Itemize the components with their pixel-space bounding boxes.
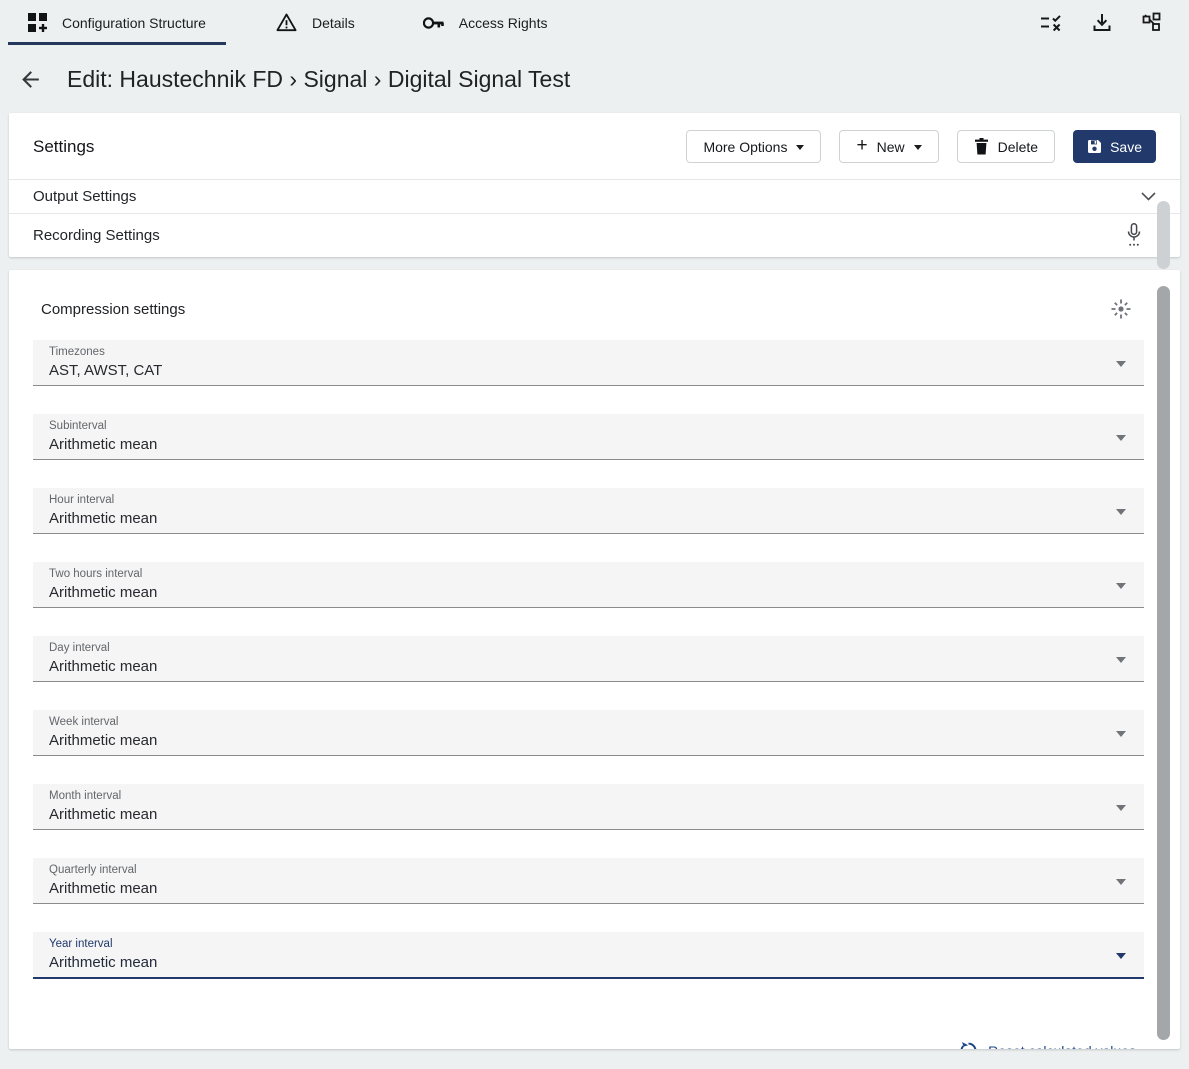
trash-icon	[974, 138, 989, 155]
field-value: Arithmetic mean	[33, 432, 1144, 453]
field-label: Week interval	[33, 710, 1144, 728]
plus-icon: +	[856, 136, 867, 155]
field-label: Timezones	[33, 340, 1144, 358]
rule-icon[interactable]	[1041, 13, 1063, 33]
new-button[interactable]: + New	[839, 130, 938, 163]
save-button[interactable]: Save	[1073, 130, 1156, 163]
tabbar-actions	[1041, 0, 1189, 45]
field-value: Arithmetic mean	[33, 728, 1144, 749]
tab-access-rights[interactable]: Access Rights	[403, 0, 568, 45]
compression-card: Compression settings Timezones AST, AWST…	[9, 270, 1180, 1049]
settings-card-scrollbar-thumb[interactable]	[1157, 201, 1170, 269]
delete-label: Delete	[998, 139, 1038, 155]
select-field-hour-interval[interactable]: Hour interval Arithmetic mean	[33, 488, 1144, 534]
field-label: Hour interval	[33, 488, 1144, 506]
reset-label: Reset calculated values	[988, 1043, 1136, 1050]
select-field-timezones[interactable]: Timezones AST, AWST, CAT	[33, 340, 1144, 386]
tab-label: Configuration Structure	[62, 15, 206, 31]
accordion-row-recording-settings[interactable]: Recording Settings	[9, 213, 1180, 257]
settings-card: Settings More Options + New Del	[9, 113, 1180, 257]
dropdown-arrow-icon[interactable]	[1116, 435, 1126, 441]
settings-toolbar: Settings More Options + New Del	[9, 113, 1180, 179]
field-value: Arithmetic mean	[33, 580, 1144, 601]
save-icon	[1087, 139, 1102, 154]
delete-button[interactable]: Delete	[957, 130, 1055, 163]
caret-down-icon	[914, 145, 922, 150]
tab-label: Details	[312, 15, 355, 31]
field-value: Arithmetic mean	[33, 506, 1144, 527]
toolbar-buttons: More Options + New Delete	[686, 130, 1156, 163]
page-title: Edit: Haustechnik FD › Signal › Digital …	[67, 66, 570, 93]
new-label: New	[877, 139, 905, 155]
select-field-week-interval[interactable]: Week interval Arithmetic mean	[33, 710, 1144, 756]
field-label: Subinterval	[33, 414, 1144, 432]
row-label: Output Settings	[33, 188, 136, 205]
chevron-down-icon[interactable]	[1141, 192, 1156, 201]
accordion-row-output-settings[interactable]: Output Settings	[9, 179, 1180, 213]
reset-row: Reset calculated values	[9, 1007, 1180, 1049]
field-value: Arithmetic mean	[33, 876, 1144, 897]
schema-icon[interactable]	[1141, 11, 1165, 35]
tab-configuration-structure[interactable]: Configuration Structure	[8, 0, 226, 45]
dropdown-arrow-icon[interactable]	[1116, 731, 1126, 737]
microphone-icon	[1126, 223, 1142, 248]
dropdown-arrow-icon[interactable]	[1116, 953, 1126, 959]
tab-label: Access Rights	[459, 15, 548, 31]
dropdown-arrow-icon[interactable]	[1116, 805, 1126, 811]
flare-icon[interactable]	[1110, 298, 1132, 320]
field-label: Year interval	[33, 932, 1144, 950]
settings-heading: Settings	[33, 137, 94, 157]
tab-bar: Configuration Structure Details Access R…	[0, 0, 1189, 45]
dropdown-arrow-icon[interactable]	[1116, 879, 1126, 885]
more-options-label: More Options	[703, 139, 787, 155]
download-icon[interactable]	[1093, 13, 1111, 32]
rotate-left-icon	[959, 1041, 978, 1049]
dropdown-arrow-icon[interactable]	[1116, 583, 1126, 589]
select-field-two-hours-interval[interactable]: Two hours interval Arithmetic mean	[33, 562, 1144, 608]
select-field-subinterval[interactable]: Subinterval Arithmetic mean	[33, 414, 1144, 460]
select-field-day-interval[interactable]: Day interval Arithmetic mean	[33, 636, 1144, 682]
dropdown-arrow-icon[interactable]	[1116, 509, 1126, 515]
dropdown-arrow-icon[interactable]	[1116, 657, 1126, 663]
select-field-month-interval[interactable]: Month interval Arithmetic mean	[33, 784, 1144, 830]
compression-header: Compression settings	[9, 270, 1180, 340]
field-value: Arithmetic mean	[33, 654, 1144, 675]
field-label: Month interval	[33, 784, 1144, 802]
page-header: Edit: Haustechnik FD › Signal › Digital …	[0, 45, 1189, 113]
field-value: AST, AWST, CAT	[33, 358, 1144, 379]
more-options-button[interactable]: More Options	[686, 130, 821, 163]
field-label: Day interval	[33, 636, 1144, 654]
row-label: Recording Settings	[33, 227, 160, 244]
field-value: Arithmetic mean	[33, 950, 1144, 971]
select-field-year-interval[interactable]: Year interval Arithmetic mean	[33, 932, 1144, 979]
key-icon	[423, 17, 444, 29]
main-scrollbar-thumb[interactable]	[1157, 286, 1170, 1040]
caret-down-icon	[796, 145, 804, 150]
compression-heading: Compression settings	[41, 301, 185, 318]
save-label: Save	[1110, 139, 1142, 155]
dropdown-arrow-icon[interactable]	[1116, 361, 1126, 367]
field-label: Two hours interval	[33, 562, 1144, 580]
field-value: Arithmetic mean	[33, 802, 1144, 823]
dashboard-customize-icon	[28, 13, 47, 32]
warning-triangle-icon	[276, 13, 297, 32]
select-field-quarterly-interval[interactable]: Quarterly interval Arithmetic mean	[33, 858, 1144, 904]
reset-calculated-values-button[interactable]: Reset calculated values	[959, 1041, 1136, 1049]
arrow-back-icon[interactable]	[18, 67, 43, 92]
field-label: Quarterly interval	[33, 858, 1144, 876]
tab-details[interactable]: Details	[256, 0, 375, 45]
